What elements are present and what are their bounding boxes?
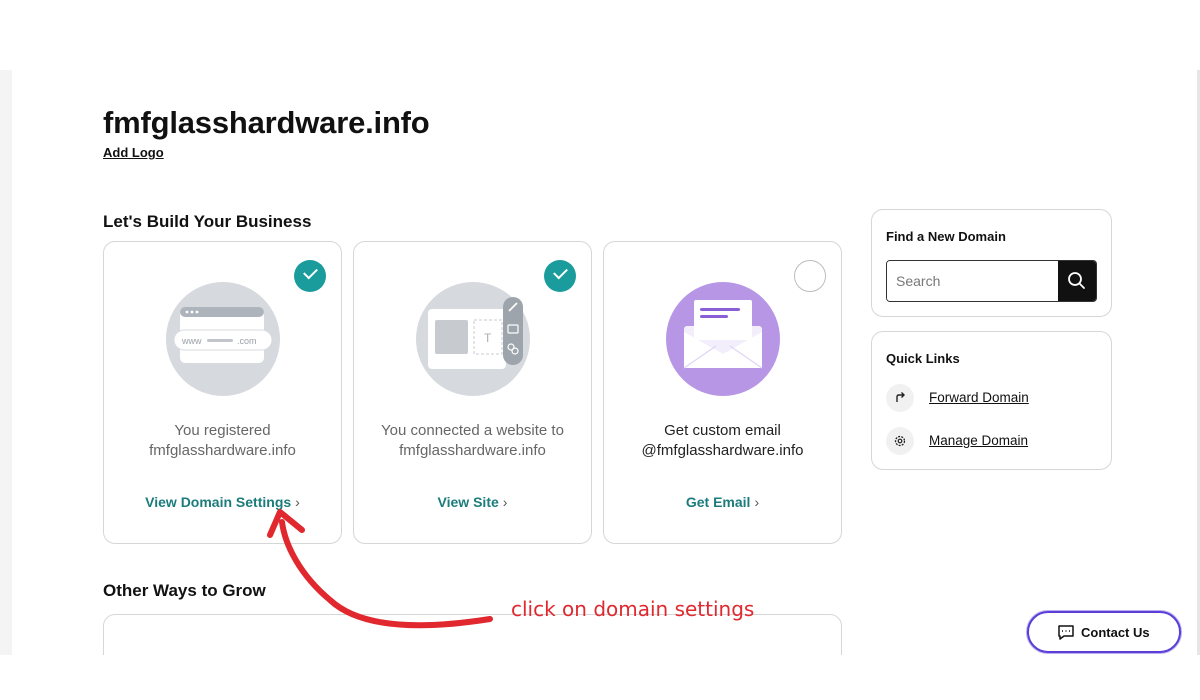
custom-email-card: Get custom email @fmfglasshardware.info …: [603, 241, 842, 544]
website-builder-icon: T: [416, 282, 530, 396]
chevron-right-icon: ›: [502, 494, 508, 510]
quick-link-manage-domain[interactable]: Manage Domain: [886, 427, 1096, 455]
chevron-right-icon: ›: [754, 494, 760, 510]
incomplete-check-icon[interactable]: [794, 260, 826, 292]
completed-check-icon: [294, 260, 326, 292]
add-logo-link[interactable]: Add Logo: [103, 145, 164, 160]
search-input[interactable]: [887, 261, 1059, 301]
svg-text:T: T: [484, 331, 492, 345]
quick-link-forward-domain[interactable]: Forward Domain: [886, 384, 1096, 412]
card-description: Get custom email @fmfglasshardware.info: [641, 422, 804, 459]
left-panel-edge: [0, 70, 12, 655]
page-title: fmfglasshardware.info: [103, 105, 430, 140]
quick-links-panel: Quick Links Forward Domain Manage Domain: [871, 331, 1112, 470]
quick-link-label: Manage Domain: [929, 433, 1029, 448]
chat-icon: [1058, 625, 1074, 640]
chevron-right-icon: ›: [295, 494, 300, 510]
search-icon: [1068, 272, 1085, 289]
quick-link-label: Forward Domain: [929, 390, 1029, 405]
quick-links-title: Quick Links: [886, 351, 960, 366]
search-box: [886, 260, 1097, 302]
contact-us-button[interactable]: Contact Us: [1027, 611, 1181, 653]
completed-check-icon: [544, 260, 576, 292]
get-email-link[interactable]: Get Email ›: [604, 494, 841, 510]
find-domain-panel: Find a New Domain: [871, 209, 1112, 317]
view-site-link[interactable]: View Site ›: [354, 494, 591, 510]
website-connected-card: T You connected a website to fmfglasshar…: [353, 241, 592, 544]
annotation-text: click on domain settings: [511, 597, 755, 621]
illustration-www-text: www: [181, 336, 202, 346]
forward-arrow-icon: [886, 384, 914, 412]
domain-browser-icon: www .com: [166, 282, 280, 396]
build-business-heading: Let's Build Your Business: [103, 212, 312, 231]
find-domain-title: Find a New Domain: [886, 229, 1006, 244]
illustration-com-text: .com: [237, 336, 257, 346]
search-button[interactable]: [1058, 261, 1096, 301]
page-footer-blank: [0, 655, 1200, 700]
gear-icon: [886, 427, 914, 455]
other-ways-heading: Other Ways to Grow: [103, 581, 266, 600]
contact-us-label: Contact Us: [1081, 625, 1150, 640]
card-description: You registered fmfglasshardware.info: [149, 422, 296, 459]
envelope-icon: [666, 282, 780, 396]
view-domain-settings-link[interactable]: View Domain Settings ›: [104, 494, 341, 510]
domain-registered-card: www .com You registered fmfglasshardware…: [103, 241, 342, 544]
card-description: You connected a website to fmfglasshardw…: [381, 422, 564, 459]
